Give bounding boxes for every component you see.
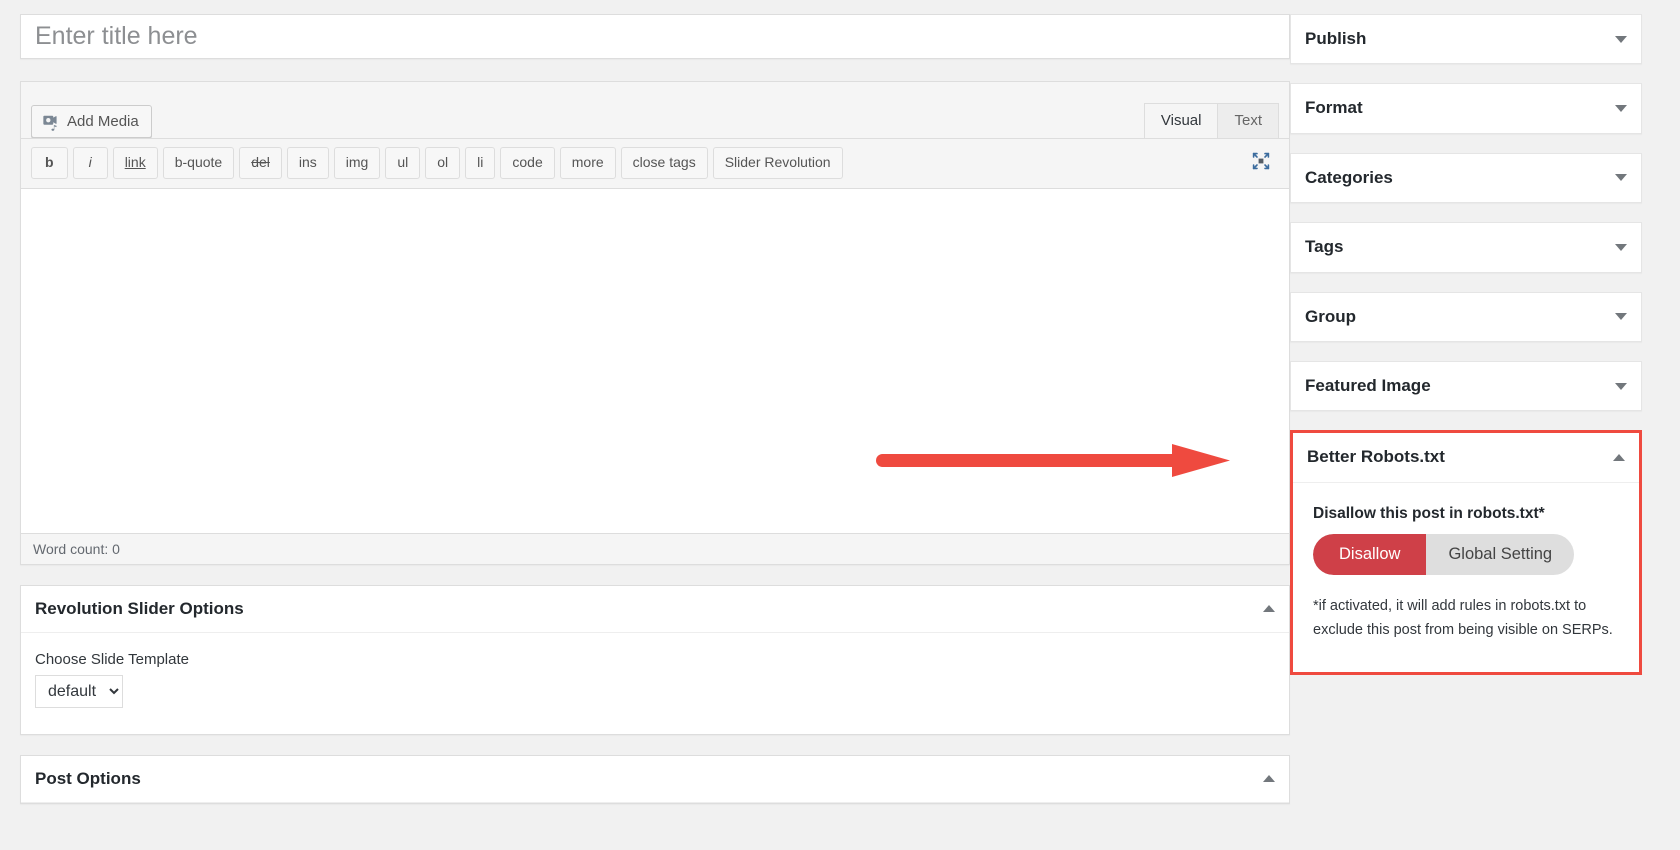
fullscreen-toggle-button[interactable] bbox=[1247, 149, 1275, 176]
revolution-slider-options-title: Revolution Slider Options bbox=[35, 598, 244, 618]
metabox-group: Group bbox=[1290, 291, 1642, 342]
disallow-setting-label: Disallow this post in robots.txt* bbox=[1313, 504, 1545, 522]
add-media-icon bbox=[42, 113, 60, 131]
quicktag-bold[interactable]: b bbox=[31, 147, 68, 179]
disallow-toggle-group: Disallow Global Setting bbox=[1313, 533, 1575, 576]
chevron-down-icon[interactable] bbox=[1615, 174, 1627, 182]
toggle-option-disallow[interactable]: Disallow bbox=[1313, 533, 1427, 576]
metabox-categories: Categories bbox=[1290, 152, 1642, 204]
post-options-panel: Post Options bbox=[20, 754, 1290, 804]
quicktag-ol[interactable]: ol bbox=[425, 147, 461, 179]
quicktag-slider-revolution[interactable]: Slider Revolution bbox=[712, 147, 843, 179]
add-media-button[interactable]: Add Media bbox=[31, 105, 152, 138]
chevron-up-icon[interactable] bbox=[1263, 775, 1275, 783]
chevron-up-icon[interactable] bbox=[1263, 605, 1275, 613]
quicktag-del[interactable]: del bbox=[239, 147, 282, 179]
metabox-group-header[interactable]: Group bbox=[1291, 293, 1641, 341]
chevron-down-icon[interactable] bbox=[1615, 243, 1627, 251]
fullscreen-icon bbox=[1251, 151, 1271, 174]
choose-slide-template-label: Choose Slide Template bbox=[35, 650, 189, 668]
metabox-tags-title: Tags bbox=[1305, 237, 1344, 257]
quicktag-img[interactable]: img bbox=[333, 147, 381, 179]
metabox-better-robots-txt-title: Better Robots.txt bbox=[1307, 447, 1445, 467]
post-options-header[interactable]: Post Options bbox=[21, 756, 1289, 803]
revolution-slider-options-panel: Revolution Slider Options Choose Slide T… bbox=[20, 584, 1290, 735]
editor-content-area[interactable] bbox=[21, 187, 1289, 533]
post-content-editor: Add Media Visual Text b i link b-quote d… bbox=[20, 81, 1290, 565]
metabox-publish-header[interactable]: Publish bbox=[1291, 15, 1641, 63]
chevron-down-icon[interactable] bbox=[1615, 35, 1627, 43]
tab-visual[interactable]: Visual bbox=[1143, 102, 1219, 138]
better-robots-txt-body: Disallow this post in robots.txt* Disall… bbox=[1293, 483, 1639, 672]
quicktag-link[interactable]: link bbox=[112, 147, 158, 179]
editor-main-column: Add Media Visual Text b i link b-quote d… bbox=[0, 0, 1290, 804]
quicktag-italic[interactable]: i bbox=[72, 147, 108, 179]
chevron-down-icon[interactable] bbox=[1615, 382, 1627, 390]
post-title-field-wrapper bbox=[20, 14, 1290, 59]
metabox-categories-title: Categories bbox=[1305, 167, 1393, 187]
wordpress-post-editor: Add Media Visual Text b i link b-quote d… bbox=[0, 0, 1680, 850]
tab-text[interactable]: Text bbox=[1217, 102, 1279, 138]
metabox-group-title: Group bbox=[1305, 306, 1356, 326]
post-options-title: Post Options bbox=[35, 768, 141, 788]
metabox-format-header[interactable]: Format bbox=[1291, 84, 1641, 132]
metabox-better-robots-txt: Better Robots.txt Disallow this post in … bbox=[1290, 430, 1642, 676]
chevron-down-icon[interactable] bbox=[1615, 105, 1627, 113]
quicktag-ins[interactable]: ins bbox=[286, 147, 329, 179]
quicktag-li[interactable]: li bbox=[465, 147, 496, 179]
revolution-slider-options-body: Choose Slide Template default bbox=[21, 633, 1289, 734]
metabox-featured-image-header[interactable]: Featured Image bbox=[1291, 362, 1641, 410]
editor-media-row: Add Media Visual Text bbox=[21, 82, 1289, 138]
quicktag-code[interactable]: code bbox=[500, 147, 555, 179]
metabox-format-title: Format bbox=[1305, 98, 1363, 118]
word-count-status: Word count: 0 bbox=[21, 532, 1289, 564]
editor-sidebar: Publish Format Categories Tags Group Fea… bbox=[1290, 0, 1660, 694]
quicktag-b-quote[interactable]: b-quote bbox=[162, 147, 235, 179]
revolution-slider-options-header[interactable]: Revolution Slider Options bbox=[21, 586, 1289, 633]
toggle-option-global-setting[interactable]: Global Setting bbox=[1426, 534, 1574, 575]
quicktag-ul[interactable]: ul bbox=[385, 147, 421, 179]
metabox-publish: Publish bbox=[1290, 14, 1642, 65]
disallow-help-note: *if activated, it will add rules in robo… bbox=[1313, 598, 1613, 638]
metabox-featured-image-title: Featured Image bbox=[1305, 375, 1431, 395]
metabox-better-robots-txt-header[interactable]: Better Robots.txt bbox=[1293, 433, 1639, 483]
chevron-down-icon[interactable] bbox=[1615, 313, 1627, 321]
metabox-tags-header[interactable]: Tags bbox=[1291, 223, 1641, 271]
metabox-format: Format bbox=[1290, 83, 1642, 134]
add-media-label: Add Media bbox=[67, 113, 139, 130]
metabox-categories-header[interactable]: Categories bbox=[1291, 154, 1641, 202]
chevron-up-icon[interactable] bbox=[1613, 454, 1625, 462]
slide-template-select[interactable]: default bbox=[35, 674, 123, 708]
quicktag-more[interactable]: more bbox=[559, 147, 616, 179]
editor-mode-tabs: Visual Text bbox=[1143, 102, 1279, 138]
metabox-tags: Tags bbox=[1290, 222, 1642, 273]
post-title-input[interactable] bbox=[31, 20, 1279, 53]
metabox-publish-title: Publish bbox=[1305, 29, 1367, 48]
quicktags-toolbar: b i link b-quote del ins img ul ol li co… bbox=[21, 138, 1289, 188]
metabox-featured-image: Featured Image bbox=[1290, 360, 1642, 412]
quicktag-close-tags[interactable]: close tags bbox=[620, 147, 708, 179]
